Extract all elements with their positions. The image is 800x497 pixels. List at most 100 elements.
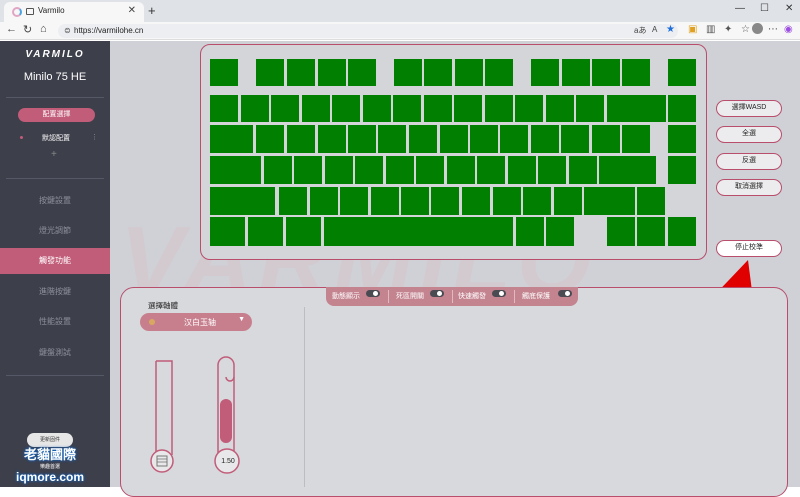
key-r3-13[interactable]	[668, 156, 696, 184]
favorite-star-icon[interactable]: ★	[666, 24, 675, 35]
url-text[interactable]: https://varmilohe.cn	[74, 26, 143, 35]
key-r3-9[interactable]	[508, 156, 536, 184]
back-icon[interactable]: ←	[6, 23, 17, 35]
key-r0-6[interactable]	[424, 59, 452, 86]
select-all-button[interactable]: 全選	[716, 126, 782, 143]
key-r3-10[interactable]	[538, 156, 566, 184]
key-r3-2[interactable]	[294, 156, 322, 184]
site-info-icon[interactable]: ⊜	[64, 26, 71, 35]
key-r3-3[interactable]	[325, 156, 353, 184]
key-r4-7[interactable]	[462, 187, 490, 215]
key-r3-6[interactable]	[416, 156, 444, 184]
more-icon[interactable]: ⋯	[768, 24, 778, 35]
key-r5-1[interactable]	[248, 217, 283, 246]
key-r2-5[interactable]	[378, 125, 406, 153]
key-r2-7[interactable]	[440, 125, 468, 153]
home-icon[interactable]: ⌂	[40, 23, 47, 35]
key-r5-0[interactable]	[210, 217, 245, 246]
key-r1-6[interactable]	[393, 95, 421, 122]
toggle-bottom-protect[interactable]	[558, 290, 572, 297]
read-aloud-icon[interactable]: aあ	[634, 25, 646, 36]
key-r2-9[interactable]	[500, 125, 528, 153]
key-r3-12[interactable]	[599, 156, 656, 184]
key-r4-12[interactable]	[637, 187, 665, 215]
profile-more-icon[interactable]: ⋮	[91, 133, 98, 141]
key-r0-2[interactable]	[287, 59, 315, 86]
key-r4-3[interactable]	[340, 187, 368, 215]
key-r3-0[interactable]	[210, 156, 261, 184]
extensions-icon[interactable]: ✦	[724, 24, 732, 35]
invert-selection-button[interactable]: 反選	[716, 153, 782, 170]
key-r0-5[interactable]	[394, 59, 422, 86]
toggle-rapid-trigger[interactable]	[492, 290, 506, 297]
copilot-icon[interactable]: ◉	[784, 24, 793, 35]
key-r4-4[interactable]	[371, 187, 399, 215]
key-r1-13[interactable]	[607, 95, 666, 122]
key-r1-7[interactable]	[424, 95, 452, 122]
nav-trigger[interactable]: 觸發功能	[0, 248, 110, 274]
key-r4-10[interactable]	[554, 187, 582, 215]
key-r2-11[interactable]	[561, 125, 589, 153]
browser-tab[interactable]: Varmilo ✕	[4, 2, 144, 22]
profile-select-button[interactable]: 配置選擇	[18, 108, 95, 122]
key-r2-6[interactable]	[409, 125, 437, 153]
key-r1-8[interactable]	[454, 95, 482, 122]
key-r0-1[interactable]	[256, 59, 284, 86]
key-r5-5[interactable]	[546, 217, 574, 246]
nav-key-settings[interactable]: 按鍵設置	[0, 188, 110, 214]
key-r1-0[interactable]	[210, 95, 238, 122]
split-screen-icon[interactable]: ▥	[706, 24, 715, 35]
key-r4-1[interactable]	[279, 187, 307, 215]
key-r3-7[interactable]	[447, 156, 475, 184]
key-r2-2[interactable]	[287, 125, 315, 153]
key-r0-13[interactable]	[668, 59, 696, 86]
profile-item-default[interactable]: 默認配置 ⋮	[18, 133, 98, 143]
key-r5-6[interactable]	[607, 217, 635, 246]
key-r1-11[interactable]	[546, 95, 574, 122]
key-r4-2[interactable]	[310, 187, 338, 215]
address-bar[interactable]: ⊜ https://varmilohe.cn aあ A ★	[58, 24, 678, 38]
key-r3-8[interactable]	[477, 156, 505, 184]
key-r4-11[interactable]	[584, 187, 635, 215]
key-r3-1[interactable]	[264, 156, 292, 184]
key-r2-10[interactable]	[531, 125, 559, 153]
key-r1-10[interactable]	[515, 95, 543, 122]
key-r0-12[interactable]	[622, 59, 650, 86]
favorites-icon[interactable]: ☆	[741, 24, 750, 35]
toggle-deadzone[interactable]	[430, 290, 444, 297]
key-r2-3[interactable]	[318, 125, 346, 153]
key-r2-4[interactable]	[348, 125, 376, 153]
new-tab-button[interactable]: +	[148, 3, 156, 18]
cancel-selection-button[interactable]: 取消選擇	[716, 179, 782, 196]
key-r2-14[interactable]	[668, 125, 696, 153]
key-r3-11[interactable]	[569, 156, 597, 184]
collections-icon[interactable]: ▣	[688, 24, 697, 35]
key-r1-1[interactable]	[241, 95, 269, 122]
key-r3-4[interactable]	[355, 156, 383, 184]
key-r4-9[interactable]	[523, 187, 551, 215]
key-r0-10[interactable]	[562, 59, 590, 86]
key-r2-12[interactable]	[592, 125, 620, 153]
key-r2-1[interactable]	[256, 125, 284, 153]
key-r5-4[interactable]	[516, 217, 544, 246]
key-r1-9[interactable]	[485, 95, 513, 122]
key-r0-7[interactable]	[455, 59, 483, 86]
select-wasd-button[interactable]: 選擇WASD	[716, 100, 782, 117]
add-profile-button[interactable]: +	[51, 149, 57, 160]
key-r2-0[interactable]	[210, 125, 253, 153]
nav-keyboard-test[interactable]: 鍵盤測試	[0, 340, 110, 366]
text-size-icon[interactable]: A	[652, 25, 657, 34]
key-r0-4[interactable]	[348, 59, 376, 86]
profile-avatar[interactable]	[752, 23, 763, 34]
window-close-button[interactable]: ✕	[785, 3, 793, 14]
key-r4-6[interactable]	[431, 187, 459, 215]
key-r1-12[interactable]	[576, 95, 604, 122]
key-r2-8[interactable]	[470, 125, 498, 153]
nav-performance[interactable]: 性能設置	[0, 309, 110, 335]
key-r2-13[interactable]	[622, 125, 650, 153]
key-r5-3[interactable]	[324, 217, 513, 246]
key-r1-4[interactable]	[332, 95, 360, 122]
key-r1-5[interactable]	[363, 95, 391, 122]
key-r4-5[interactable]	[401, 187, 429, 215]
key-r5-2[interactable]	[286, 217, 321, 246]
